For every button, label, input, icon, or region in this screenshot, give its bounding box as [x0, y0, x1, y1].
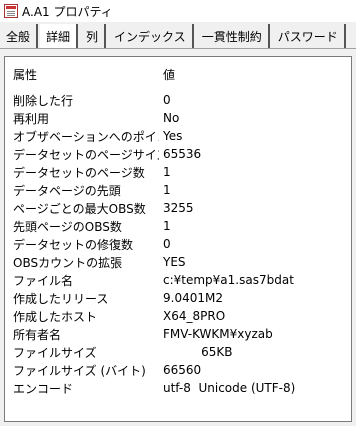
tab-bar: 全般 詳細 列 インデックス 一貫性制約 パスワード [0, 24, 356, 49]
row-key: OBSカウントの拡張 [13, 255, 123, 270]
table-row[interactable]: データセットのページ数 1 [5, 163, 351, 181]
table-row[interactable]: エンコード utf-8 Unicode (UTF-8) [5, 379, 351, 397]
row-value: 3255 [163, 201, 194, 215]
row-key: データセットのページサイズ [13, 147, 159, 162]
row-key: 作成したホスト [13, 309, 98, 324]
row-value: 1 [163, 165, 171, 179]
row-key: データセットのページ数 [13, 165, 145, 180]
row-value: X64_8PRO [163, 309, 226, 323]
row-value: No [163, 111, 180, 125]
row-value: 0 [163, 93, 171, 107]
table-row[interactable]: 作成したホスト X64_8PRO [5, 307, 351, 325]
table-row[interactable]: データページの先頭 1 [5, 181, 351, 199]
table-row[interactable]: 作成したリリース 9.0401M2 [5, 289, 351, 307]
header-attribute[interactable]: 属性 [5, 66, 159, 83]
property-list: 削除した行 0 再利用 No オブザベーションへのポイント Yes データセット… [5, 91, 351, 397]
row-value: 66560 [163, 363, 202, 377]
row-value: YES [163, 255, 186, 269]
table-row[interactable]: ページごとの最大OBS数 3255 [5, 199, 351, 217]
row-key: 先頭ページのOBS数 [13, 219, 122, 234]
header-value[interactable]: 値 [159, 66, 351, 83]
table-row[interactable]: ファイルサイズ 65KB [5, 343, 351, 361]
table-row[interactable]: ファイル名 c:¥temp¥a1.sas7bdat [5, 271, 351, 289]
table-row[interactable]: 所有者名 FMV-KWKM¥xyzab [5, 325, 351, 343]
row-value: utf-8 Unicode (UTF-8) [163, 381, 296, 395]
table-row[interactable]: データセットの修復数 0 [5, 235, 351, 253]
row-key: エンコード [13, 381, 74, 396]
row-key: 作成したリリース [13, 291, 109, 306]
row-value: 65536 [163, 147, 202, 161]
row-value: 0 [163, 237, 171, 251]
table-row[interactable]: 再利用 No [5, 109, 351, 127]
tab-password[interactable]: パスワード [271, 24, 346, 48]
table-row[interactable]: 削除した行 0 [5, 91, 351, 109]
row-key: ファイルサイズ (バイト) [13, 363, 146, 378]
row-key: オブザベーションへのポイント [13, 129, 159, 144]
window-title: A.A1 プロパティ [22, 4, 113, 19]
tab-details[interactable]: 詳細 [40, 24, 79, 48]
row-key: 削除した行 [13, 93, 74, 108]
row-value: c:¥temp¥a1.sas7bdat [163, 273, 294, 287]
table-row[interactable]: データセットのページサイズ 65536 [5, 145, 351, 163]
row-key: データセットの修復数 [13, 237, 134, 252]
row-value: 9.0401M2 [163, 291, 223, 305]
row-value: 1 [163, 183, 171, 197]
row-key: ページごとの最大OBS数 [13, 201, 146, 216]
details-panel: 属性 値 削除した行 0 再利用 No オブザベーションへのポイント Yes デ… [4, 56, 352, 422]
table-row[interactable]: ファイルサイズ (バイト) 66560 [5, 361, 351, 379]
table-header: 属性 値 [5, 63, 351, 85]
row-key: 再利用 [13, 111, 50, 126]
row-value: FMV-KWKM¥xyzab [163, 327, 273, 341]
row-key: ファイルサイズ [13, 345, 97, 360]
tab-indexes[interactable]: インデックス [108, 24, 194, 48]
row-key: 所有者名 [13, 327, 62, 342]
title-bar: A.A1 プロパティ [0, 0, 356, 22]
table-row[interactable]: OBSカウントの拡張 YES [5, 253, 351, 271]
tab-columns[interactable]: 列 [80, 24, 107, 48]
tab-general[interactable]: 全般 [0, 24, 39, 48]
tab-integrity-constraints[interactable]: 一貫性制約 [195, 24, 270, 48]
table-row[interactable]: オブザベーションへのポイント Yes [5, 127, 351, 145]
properties-window-icon [4, 4, 18, 18]
table-row[interactable]: 先頭ページのOBS数 1 [5, 217, 351, 235]
row-key: ファイル名 [13, 273, 74, 288]
row-value: Yes [163, 129, 183, 143]
row-value: 1 [163, 219, 171, 233]
row-key: データページの先頭 [13, 183, 121, 198]
row-value: 65KB [163, 345, 233, 359]
